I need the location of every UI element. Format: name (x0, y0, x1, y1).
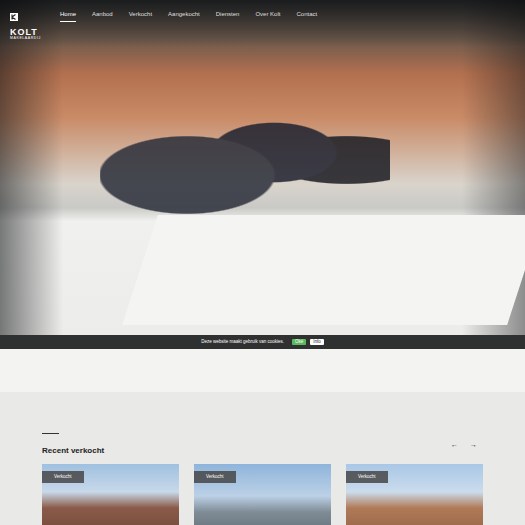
logo[interactable]: KOLTMAKELAARDIJ (10, 8, 48, 41)
info-button[interactable]: Info (310, 339, 324, 346)
nav-item[interactable]: Home (60, 8, 76, 22)
logo-subtitle: MAKELAARDIJ (10, 37, 41, 41)
desk-figure (122, 215, 525, 325)
accept-button[interactable]: Oké (292, 339, 306, 346)
people-figure (100, 85, 390, 235)
carousel-arrows: ←→ (449, 441, 483, 448)
property-card[interactable]: Verkocht (346, 464, 483, 525)
property-cards: Verkocht Verkocht Verkocht (42, 464, 483, 525)
sold-badge: Verkocht (346, 471, 388, 484)
nav-item[interactable]: Aanbod (92, 8, 113, 22)
spacer-strip (0, 349, 525, 392)
nav-item[interactable]: Contact (296, 8, 317, 22)
nav-item[interactable]: Diensten (216, 8, 240, 22)
recent-header: Recent verkocht←→ (42, 433, 483, 456)
nav-item[interactable]: Aangekocht (168, 8, 200, 22)
nav-item[interactable]: Verkocht (129, 8, 152, 22)
sold-badge: Verkocht (42, 471, 84, 484)
cookie-text: Deze website maakt gebruik van cookies. (201, 339, 284, 346)
heading-rule (42, 433, 59, 434)
sold-badge: Verkocht (194, 471, 236, 484)
top-nav: KOLTMAKELAARDIJ Home Aanbod Verkocht Aangeko… (0, 0, 525, 47)
logo-title: KOLT (10, 28, 38, 37)
recent-section: Recent verkocht←→VerkochtVerkochtVerkoch… (0, 392, 525, 525)
property-card[interactable]: Verkocht (194, 464, 331, 525)
hero-photo: KOLTMAKELAARDIJ Home Aanbod Verkocht Aangeko… (0, 0, 525, 335)
property-card[interactable]: Verkocht (42, 464, 179, 525)
logo-icon (10, 8, 18, 24)
nav-links: Home Aanbod Verkocht Aangekocht Diensten Over… (60, 8, 317, 22)
nav-item[interactable]: Over Kolt (255, 8, 280, 22)
recent-title: Recent verkocht (42, 446, 104, 456)
next-arrow-icon[interactable]: → (468, 441, 479, 448)
cookie-bar: Deze website maakt gebruik van cookies. O… (0, 335, 525, 349)
recent-heading: Recent verkocht (42, 433, 104, 456)
prev-arrow-icon[interactable]: ← (449, 441, 460, 448)
